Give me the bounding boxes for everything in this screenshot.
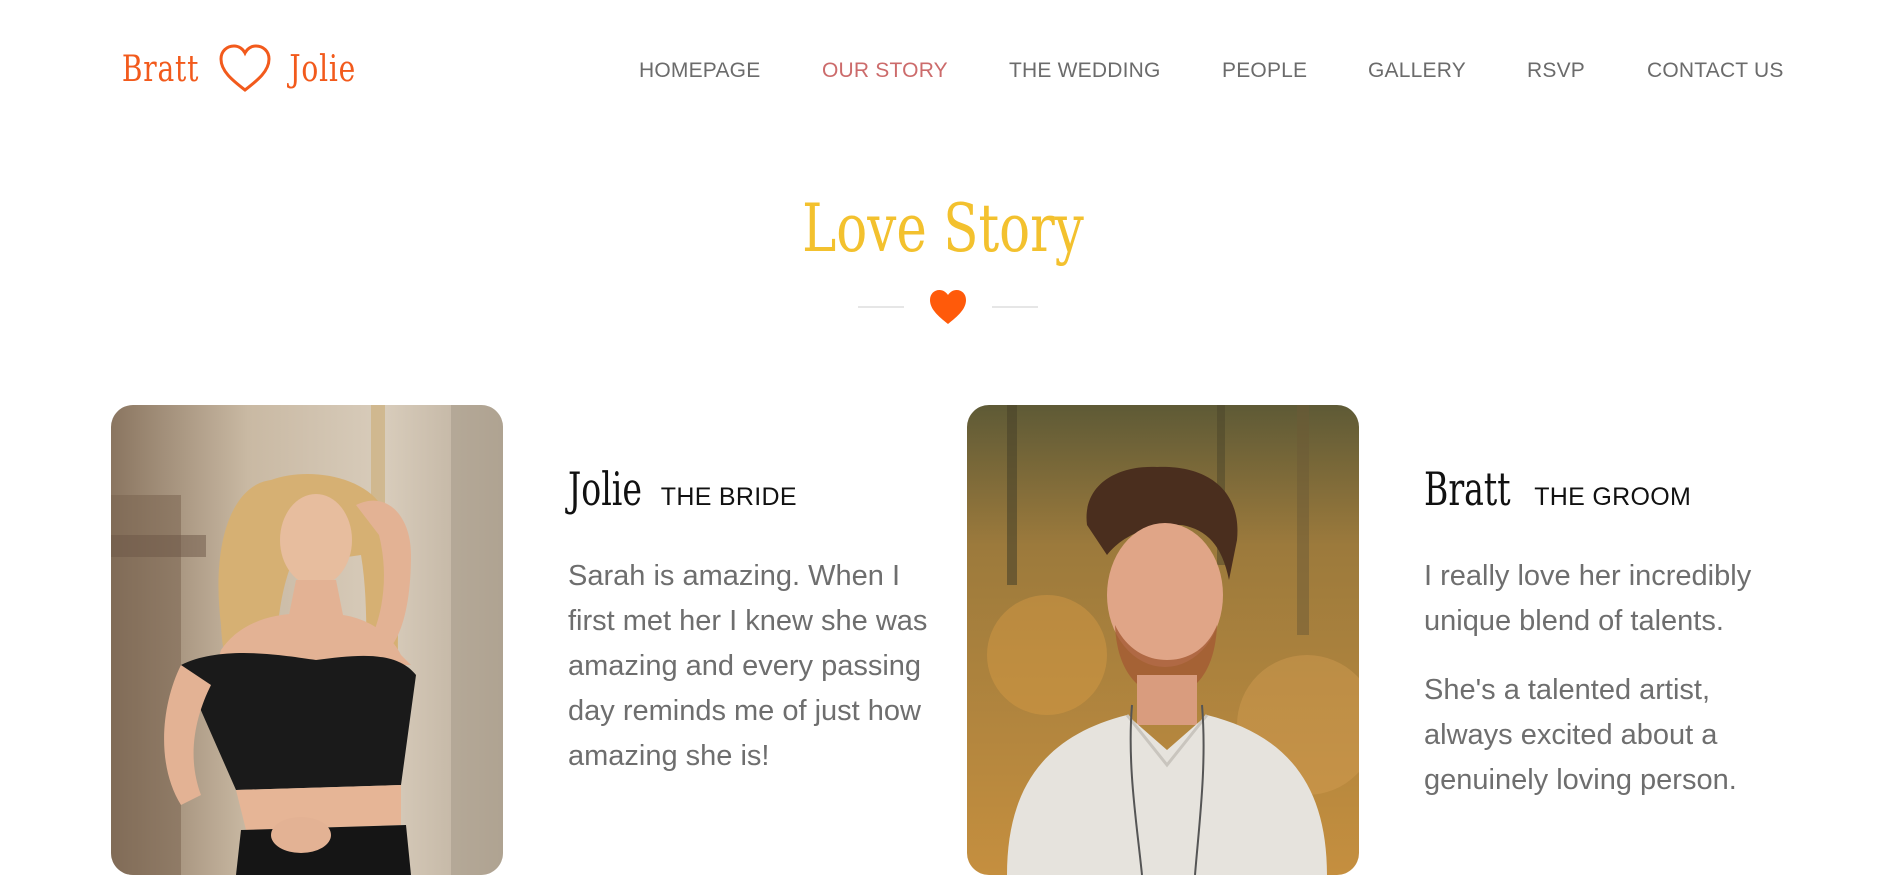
nav-item-the-wedding[interactable]: THE WEDDING (1009, 59, 1161, 83)
groom-paragraph-1: I really love her incredibly unique blen… (1424, 560, 1752, 637)
bride-photo (111, 405, 503, 875)
groom-role: THE GROOM (1534, 483, 1692, 511)
main-nav: HOMEPAGE OUR STORY THE WEDDING PEOPLE GA… (0, 59, 1886, 87)
nav-item-people[interactable]: PEOPLE (1222, 59, 1307, 83)
nav-item-rsvp[interactable]: RSVP (1527, 59, 1585, 83)
groom-photo (967, 405, 1359, 875)
groom-info: Bratt THE GROOM I really love her incred… (1424, 462, 1784, 803)
title-divider (858, 288, 1038, 328)
nav-item-contact-us[interactable]: CONTACT US (1647, 59, 1784, 83)
bride-role: THE BRIDE (660, 483, 797, 511)
divider-line-left (858, 306, 904, 308)
nav-item-our-story[interactable]: OUR STORY (822, 59, 948, 83)
groom-paragraph-2: She's a talented artist, always excited … (1424, 674, 1737, 796)
heart-icon (930, 290, 966, 324)
nav-item-homepage[interactable]: HOMEPAGE (639, 59, 760, 83)
section-title: Love Story (802, 190, 1084, 267)
groom-heading: Bratt THE GROOM (1424, 462, 1784, 518)
groom-name: Bratt (1424, 462, 1511, 516)
nav-item-gallery[interactable]: GALLERY (1368, 59, 1466, 83)
bride-paragraph: Sarah is amazing. When I first met her I… (568, 560, 928, 772)
divider-line-right (992, 306, 1038, 308)
bride-info: Jolie THE BRIDE Sarah is amazing. When I… (568, 462, 928, 779)
bride-name: Jolie (568, 462, 643, 516)
bride-heading: Jolie THE BRIDE (568, 462, 928, 518)
